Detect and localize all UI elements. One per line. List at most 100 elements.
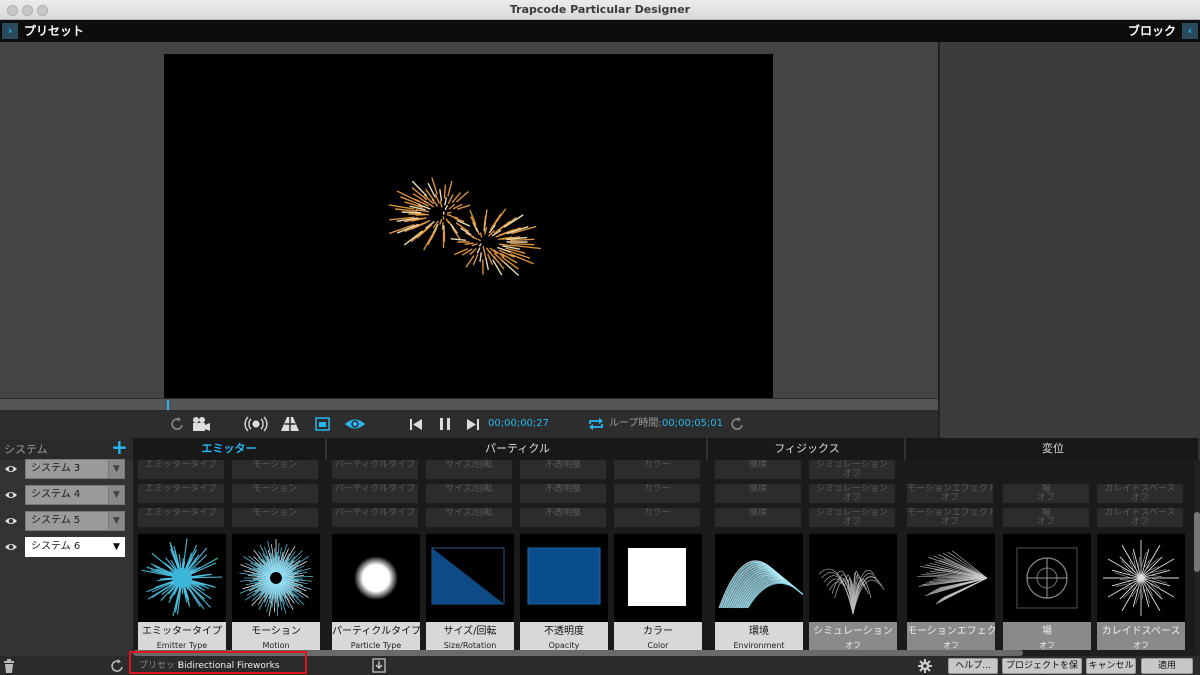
ghost-block-label: シミュレーション オフ (809, 508, 895, 527)
playhead[interactable] (167, 400, 169, 410)
ghost-block-label: 不透明度 (520, 460, 606, 479)
block-card[interactable]: 不透明度 Opacity (520, 534, 608, 656)
trash-icon[interactable] (3, 659, 15, 673)
apply-button[interactable]: 適用 (1141, 658, 1193, 674)
block-card[interactable]: 場オフ (1003, 534, 1091, 656)
ghost-block-label: エミッタータイプ (138, 484, 224, 503)
camera-icon[interactable] (191, 416, 211, 432)
ghost-block-label: 不透明度 (520, 508, 606, 527)
window-titlebar: Trapcode Particular Designer (0, 0, 1200, 20)
settings-gear-icon[interactable] (918, 659, 932, 673)
preset-name-highlight (129, 651, 307, 674)
category-tab[interactable]: 変位 (908, 438, 1200, 460)
preview-viewport[interactable] (164, 54, 773, 398)
block-card[interactable]: シミュレーション オフ (809, 534, 897, 656)
timeline-scrubber[interactable] (0, 398, 938, 410)
system-name-field[interactable]: システム 6 (25, 537, 109, 557)
chevron-down-icon: ▼ (113, 490, 120, 500)
ghost-block-label: パーティクルタイプ (332, 508, 418, 527)
system-dropdown-button[interactable]: ▼ (108, 511, 125, 531)
ghost-block-label: モーションエフェクト オフ (907, 508, 993, 527)
revert-icon[interactable] (111, 658, 125, 674)
reset-loop-icon[interactable] (731, 416, 745, 432)
chevron-down-icon: ▼ (113, 542, 120, 552)
block-card[interactable]: 環境 Environment (715, 534, 803, 656)
save-preset-icon[interactable] (372, 658, 386, 673)
block-browser: エミッタータイプ モーション パーティクルタイプ サイズ/回転 不透明度 カラー 環境 シミュ… (133, 460, 1195, 656)
block-card[interactable]: モーションエフェク オフ (907, 534, 995, 656)
loop-time-label: ループ時間: (609, 418, 662, 429)
emitter-broadcast-icon[interactable] (244, 416, 268, 432)
skip-to-start-icon[interactable] (409, 416, 423, 432)
block-thumbnail (1103, 540, 1179, 616)
ghost-block-label: サイズ/回転 (426, 508, 512, 527)
block-thumbnail (527, 547, 601, 605)
block-label-jp: エミッタータイプ (142, 626, 222, 637)
block-card[interactable]: モーション Motion (232, 534, 320, 656)
reset-view-icon[interactable] (171, 416, 185, 432)
system-dropdown-button[interactable]: ▼ (108, 537, 125, 557)
block-card[interactable]: エミッタータイプ Emitter Type (138, 534, 226, 656)
help-button[interactable]: ヘルプ... (948, 658, 998, 674)
block-label-jp: 環境 (749, 626, 769, 637)
block-label-jp: モーション (251, 626, 301, 637)
systems-title: システム (4, 443, 48, 456)
add-system-button[interactable]: + (111, 436, 128, 458)
block-label-jp: サイズ/回転 (443, 626, 497, 637)
skip-to-end-icon[interactable] (466, 416, 480, 432)
loop-icon[interactable] (587, 416, 605, 432)
chevron-right-icon: › (7, 24, 13, 37)
category-tab[interactable]: エミッター (133, 438, 327, 460)
system-name-field[interactable]: システム 5 (25, 511, 109, 531)
system-name-field[interactable]: システム 4 (25, 485, 109, 505)
system-name-field[interactable]: システム 3 (25, 459, 109, 479)
system-row[interactable]: システム 6 ▼ (0, 536, 133, 558)
presets-panel-title[interactable]: プリセット (24, 20, 84, 42)
system-dropdown-button[interactable]: ▼ (108, 485, 125, 505)
cancel-button[interactable]: キャンセル (1086, 658, 1136, 674)
safe-frame-icon[interactable] (315, 416, 331, 432)
chevron-down-icon: ▼ (113, 516, 120, 526)
category-tab[interactable]: パーティクル (329, 438, 708, 460)
scrollbar-thumb[interactable] (1194, 512, 1200, 572)
eye-visibility-icon[interactable] (344, 416, 366, 432)
window-title: Trapcode Particular Designer (509, 3, 691, 16)
system-row[interactable]: システム 3 ▼ (0, 458, 133, 480)
block-thumbnail (628, 548, 686, 606)
ghost-block-label: シミュレーション オフ (809, 484, 895, 503)
block-category-bar: エミッター パーティクル フィジックス 変位 (133, 438, 1200, 460)
save-project-button[interactable]: プロジェクトを保存 (1002, 658, 1082, 674)
block-card[interactable]: パーティクルタイプ Particle Type (332, 534, 420, 656)
block-thumbnail (239, 539, 313, 617)
block-card[interactable]: カラー Color (614, 534, 702, 656)
block-label-jp: シミュレーション (813, 626, 893, 637)
block-card[interactable]: カレイドスペース オフ (1097, 534, 1185, 656)
ghost-block-label: カレイドスペース オフ (1097, 484, 1183, 503)
expand-blocks-button[interactable]: ‹ (1182, 23, 1198, 39)
pause-icon[interactable] (438, 416, 452, 432)
loop-time-value[interactable]: 00;00;05;01 (662, 410, 723, 438)
transport-bar: 00;00;00;27 ループ時間: 00;00;05;01 (0, 410, 938, 438)
blocks-panel-title[interactable]: ブロック (1128, 20, 1176, 42)
block-thumbnail (718, 560, 803, 609)
system-row[interactable]: システム 4 ▼ (0, 484, 133, 506)
eye-icon[interactable] (4, 540, 18, 554)
block-thumbnail (1016, 547, 1078, 609)
ghost-block-label: モーション (232, 508, 318, 527)
block-vertical-scrollbar[interactable] (1194, 460, 1200, 656)
block-card[interactable]: サイズ/回転 Size/Rotation (426, 534, 514, 656)
block-thumbnail (354, 556, 398, 600)
eye-icon[interactable] (4, 488, 18, 502)
ghost-block-label: エミッタータイプ (138, 460, 224, 479)
system-row[interactable]: システム 5 ▼ (0, 510, 133, 532)
preview-area (0, 42, 938, 398)
expand-presets-button[interactable]: › (2, 23, 18, 39)
eye-icon[interactable] (4, 462, 18, 476)
category-tab[interactable]: フィジックス (710, 438, 906, 460)
grid-floor-icon[interactable] (280, 416, 300, 432)
ghost-block-label: 場 オフ (1003, 484, 1089, 503)
eye-icon[interactable] (4, 514, 18, 528)
system-dropdown-button[interactable]: ▼ (108, 459, 125, 479)
ghost-block-label: モーションエフェクト オフ (907, 484, 993, 503)
ghost-block-label: カラー (614, 484, 700, 503)
